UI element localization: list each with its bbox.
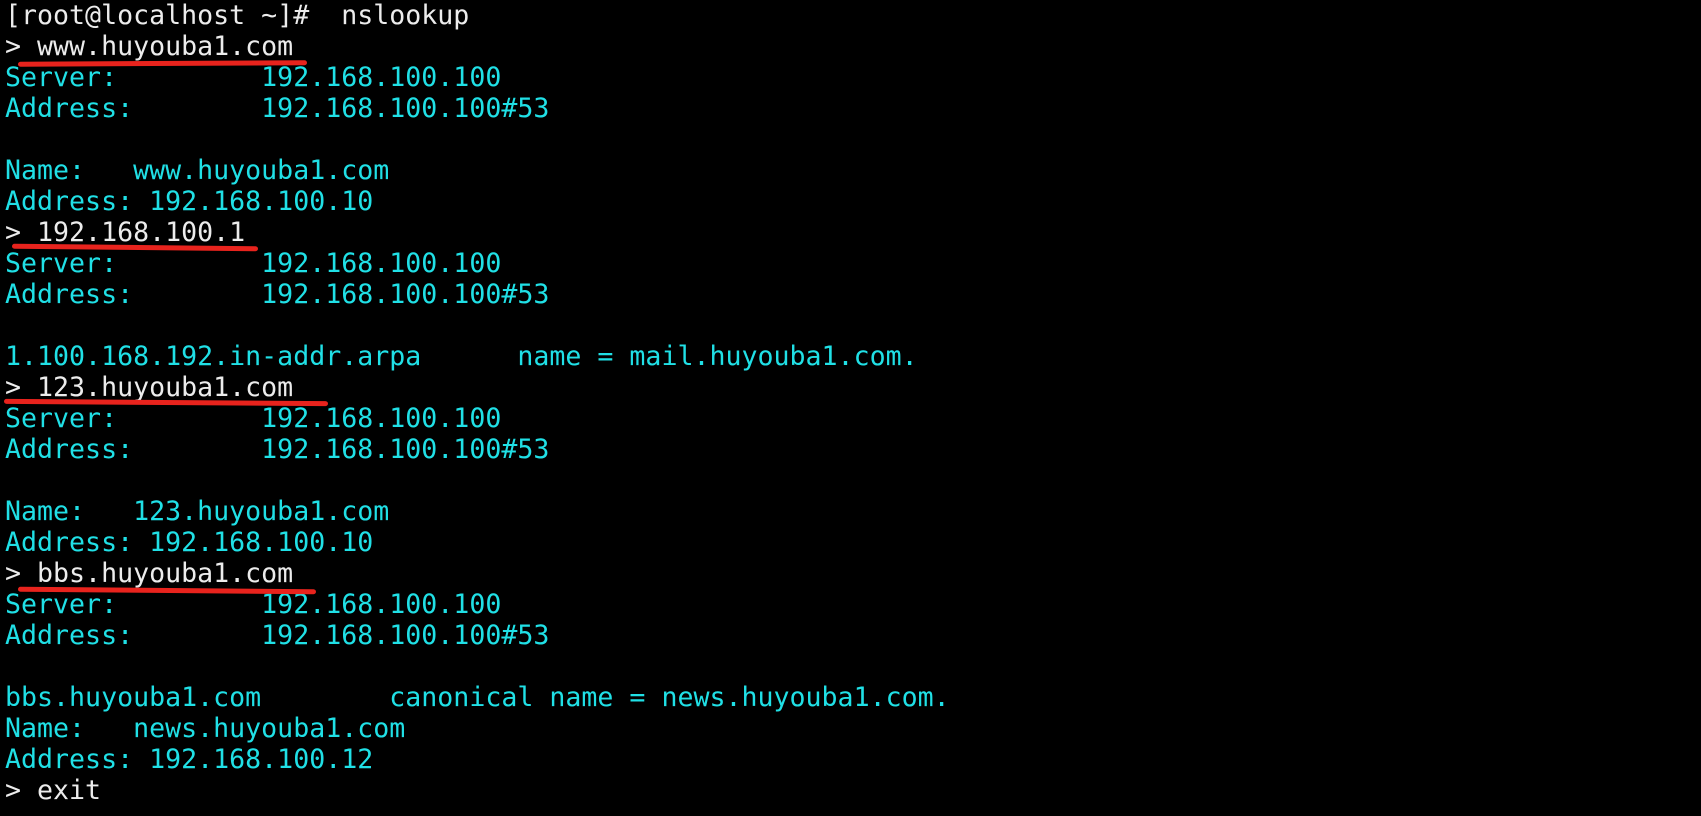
ptr-answer-line: 1.100.168.192.in-addr.arpa name = mail.h… bbox=[5, 341, 918, 372]
nslookup-query-www: > www.huyouba1.com bbox=[5, 31, 294, 62]
server-line: Server: 192.168.100.100 bbox=[5, 248, 502, 279]
answer-name-line: Name: www.huyouba1.com bbox=[5, 155, 390, 186]
cname-answer-line: bbs.huyouba1.com canonical name = news.h… bbox=[5, 682, 950, 713]
answer-address-line: Address: 192.168.100.10 bbox=[5, 186, 374, 217]
server-line: Server: 192.168.100.100 bbox=[5, 62, 502, 93]
nslookup-query-reverse: > 192.168.100.1 bbox=[5, 217, 246, 248]
nslookup-query-123: > 123.huyouba1.com bbox=[5, 372, 294, 403]
answer-address-line: Address: 192.168.100.10 bbox=[5, 527, 374, 558]
server-address-line: Address: 192.168.100.100#53 bbox=[5, 93, 550, 124]
server-address-line: Address: 192.168.100.100#53 bbox=[5, 620, 550, 651]
answer-name-line: Name: news.huyouba1.com bbox=[5, 713, 406, 744]
server-address-line: Address: 192.168.100.100#53 bbox=[5, 279, 550, 310]
shell-prompt-line: [root@localhost ~]# nslookup bbox=[5, 0, 470, 31]
nslookup-query-bbs: > bbs.huyouba1.com bbox=[5, 558, 294, 589]
terminal-window[interactable]: [root@localhost ~]# nslookup > www.huyou… bbox=[5, 0, 1695, 816]
server-line: Server: 192.168.100.100 bbox=[5, 403, 502, 434]
answer-name-line: Name: 123.huyouba1.com bbox=[5, 496, 390, 527]
server-address-line: Address: 192.168.100.100#53 bbox=[5, 434, 550, 465]
exit-command-line: > exit bbox=[5, 775, 102, 806]
answer-address-line: Address: 192.168.100.12 bbox=[5, 744, 374, 775]
